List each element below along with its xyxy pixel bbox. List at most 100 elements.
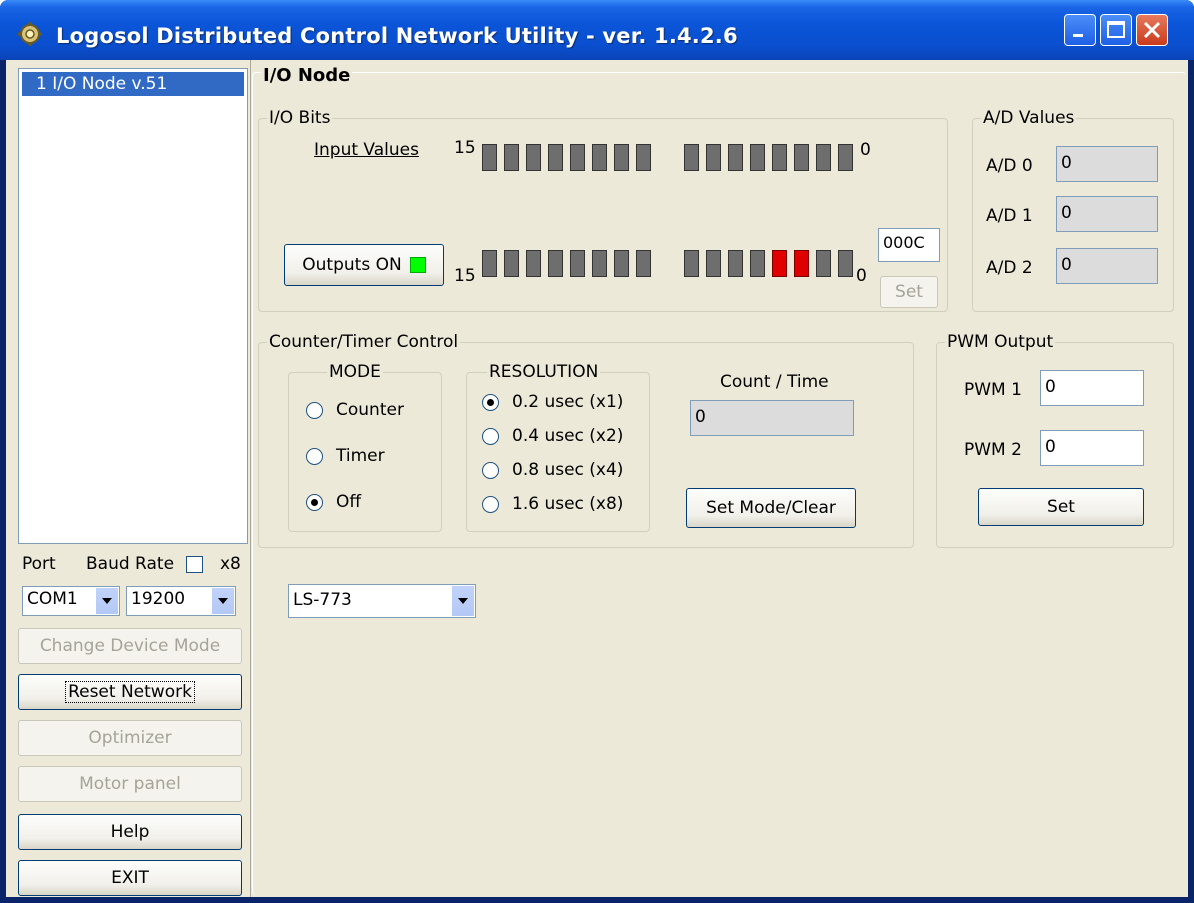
maximize-icon — [1107, 21, 1125, 38]
baud-rate-select[interactable]: 19200 — [126, 586, 236, 616]
output-bit-12[interactable] — [548, 250, 563, 277]
motor-panel-button[interactable]: Motor panel — [18, 766, 242, 802]
count-time-label: Count / Time — [720, 372, 829, 392]
output-bit-8[interactable] — [636, 250, 651, 277]
ad1-value-field: 0 — [1056, 196, 1158, 232]
mode-title: MODE — [327, 362, 383, 382]
maximize-button[interactable] — [1100, 14, 1132, 46]
client-area: 1 I/O Node v.51 Port Baud Rate x8 COM1 1… — [6, 60, 1188, 897]
input-bit-2[interactable] — [794, 144, 809, 171]
resolution-x2-radio[interactable] — [482, 428, 499, 445]
ad0-value-field: 0 — [1056, 146, 1158, 182]
mode-counter-radio[interactable] — [306, 402, 323, 419]
ad2-label: A/D 2 — [986, 258, 1033, 278]
output-set-button[interactable]: Set — [880, 276, 938, 308]
output-bit-5[interactable] — [728, 250, 743, 277]
output-bit-11[interactable] — [570, 250, 585, 277]
output-bit-7[interactable] — [684, 250, 699, 277]
pwm-set-button[interactable]: Set — [978, 488, 1144, 526]
node-list-item[interactable]: 1 I/O Node v.51 — [22, 72, 244, 96]
input-low-bit-label: 0 — [860, 140, 871, 160]
pwm1-label: PWM 1 — [964, 380, 1022, 400]
optimizer-button[interactable]: Optimizer — [18, 720, 242, 756]
output-bit-10[interactable] — [592, 250, 607, 277]
reset-network-label: Reset Network — [65, 681, 195, 703]
x8-checkbox[interactable] — [186, 556, 203, 573]
mode-off-radio[interactable] — [306, 494, 323, 511]
close-icon — [1143, 21, 1161, 39]
port-label: Port — [22, 554, 56, 574]
ad-values-title: A/D Values — [981, 108, 1077, 128]
input-bit-0[interactable] — [838, 144, 853, 171]
pwm1-field[interactable]: 0 — [1040, 370, 1144, 406]
input-bit-14[interactable] — [504, 144, 519, 171]
app-window: Logosol Distributed Control Network Util… — [0, 0, 1194, 903]
set-mode-clear-button[interactable]: Set Mode/Clear — [686, 488, 856, 528]
input-bit-5[interactable] — [728, 144, 743, 171]
reset-network-button[interactable]: Reset Network — [18, 674, 242, 710]
input-bit-13[interactable] — [526, 144, 541, 171]
mode-off-label: Off — [336, 492, 362, 512]
output-low-bit-label: 0 — [856, 266, 867, 286]
device-type-select[interactable]: LS-773 — [288, 584, 476, 618]
baud-rate-label: Baud Rate — [86, 554, 175, 574]
baud-rate-value: 19200 — [131, 589, 186, 609]
mode-counter-label: Counter — [336, 400, 404, 420]
ad1-label: A/D 1 — [986, 206, 1033, 226]
chevron-down-icon — [451, 586, 474, 616]
counter-timer-title: Counter/Timer Control — [267, 332, 461, 352]
ad0-label: A/D 0 — [986, 156, 1033, 176]
io-node-title: I/O Node — [261, 65, 353, 86]
output-bit-14[interactable] — [504, 250, 519, 277]
title-bar[interactable]: Logosol Distributed Control Network Util… — [0, 0, 1194, 60]
chevron-down-icon — [95, 588, 118, 614]
input-bit-1[interactable] — [816, 144, 831, 171]
mode-timer-radio[interactable] — [306, 448, 323, 465]
output-bit-3[interactable] — [772, 250, 787, 277]
x8-label: x8 — [220, 554, 241, 574]
exit-button[interactable]: EXIT — [18, 860, 242, 896]
input-bit-10[interactable] — [592, 144, 607, 171]
output-high-bit-label: 15 — [454, 266, 476, 286]
close-button[interactable] — [1136, 14, 1168, 46]
output-bit-9[interactable] — [614, 250, 629, 277]
device-type-value: LS-773 — [293, 590, 352, 610]
outputs-on-label: Outputs ON — [302, 255, 402, 275]
output-bit-2[interactable] — [794, 250, 809, 277]
input-bit-9[interactable] — [614, 144, 629, 171]
window-title: Logosol Distributed Control Network Util… — [56, 24, 738, 48]
resolution-x8-radio[interactable] — [482, 496, 499, 513]
input-bit-3[interactable] — [772, 144, 787, 171]
minimize-button[interactable] — [1064, 14, 1096, 46]
port-select[interactable]: COM1 — [22, 586, 120, 616]
output-bit-1[interactable] — [816, 250, 831, 277]
output-bit-13[interactable] — [526, 250, 541, 277]
input-bit-7[interactable] — [684, 144, 699, 171]
resolution-x1-radio[interactable] — [482, 394, 499, 411]
output-hex-field[interactable]: 000C — [878, 228, 940, 262]
input-bit-8[interactable] — [636, 144, 651, 171]
output-bit-6[interactable] — [706, 250, 721, 277]
mode-timer-label: Timer — [336, 446, 385, 466]
pwm-output-title: PWM Output — [945, 332, 1056, 352]
minimize-icon — [1073, 34, 1083, 37]
gear-app-icon — [18, 22, 42, 46]
input-bit-12[interactable] — [548, 144, 563, 171]
input-values-label: Input Values — [314, 140, 419, 160]
pwm2-field[interactable]: 0 — [1040, 430, 1144, 466]
separator — [250, 60, 251, 897]
pwm2-label: PWM 2 — [964, 440, 1022, 460]
output-bit-15[interactable] — [482, 250, 497, 277]
input-bit-6[interactable] — [706, 144, 721, 171]
output-bit-4[interactable] — [750, 250, 765, 277]
input-bit-11[interactable] — [570, 144, 585, 171]
input-bit-15[interactable] — [482, 144, 497, 171]
change-device-mode-button[interactable]: Change Device Mode — [18, 628, 242, 664]
outputs-on-button[interactable]: Outputs ON — [284, 244, 444, 286]
node-list[interactable]: 1 I/O Node v.51 — [18, 68, 248, 544]
output-bit-0[interactable] — [838, 250, 853, 277]
resolution-x4-radio[interactable] — [482, 462, 499, 479]
input-bit-4[interactable] — [750, 144, 765, 171]
help-button[interactable]: Help — [18, 814, 242, 850]
port-value: COM1 — [27, 589, 78, 609]
